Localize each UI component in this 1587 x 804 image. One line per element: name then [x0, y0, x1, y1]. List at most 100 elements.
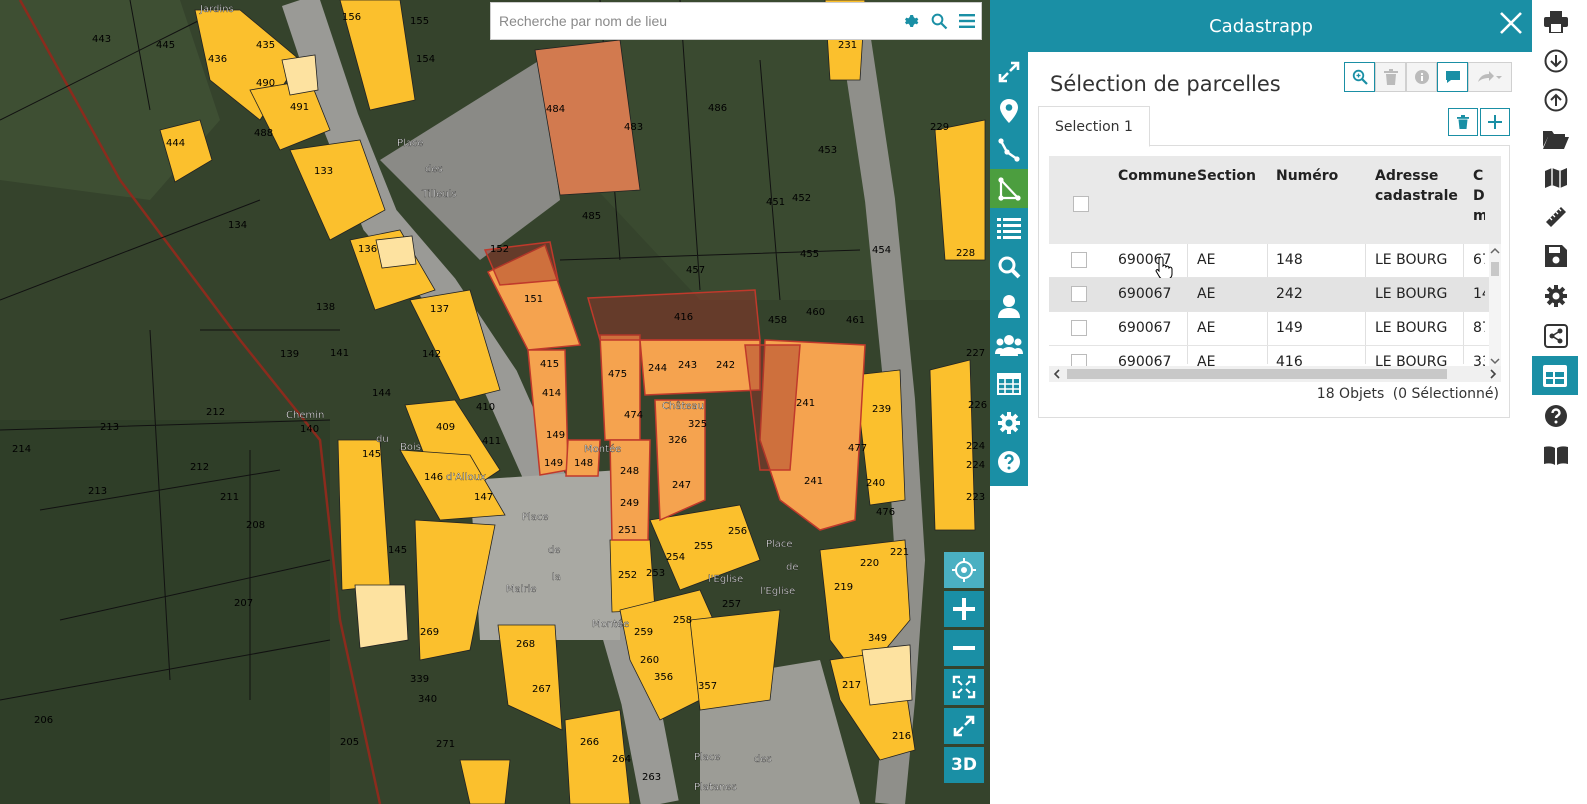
upload-icon	[1544, 88, 1568, 111]
search-owner-button[interactable]	[990, 286, 1028, 325]
row-checkbox[interactable]	[1071, 354, 1087, 366]
table-row[interactable]: 690067 AE 416 LE BOURG 33	[1049, 346, 1489, 366]
row-checkbox[interactable]	[1071, 286, 1087, 302]
map-canvas[interactable]: 443 445 436 435 490 491 488 444 133 134 136 138 …	[0, 0, 990, 804]
search-icon[interactable]	[925, 2, 953, 40]
cadastrapp-toolbar	[990, 52, 1028, 486]
column-extra[interactable]: C D m	[1473, 166, 1485, 226]
cell-commune: 690067	[1118, 286, 1172, 302]
svg-text:du: du	[376, 434, 389, 445]
svg-text:223: 223	[966, 492, 985, 503]
search-coowner-button[interactable]	[990, 325, 1028, 364]
settings-button[interactable]	[1536, 276, 1576, 315]
tutorial-button[interactable]	[1536, 435, 1576, 474]
svg-text:244: 244	[648, 363, 667, 374]
column-adresse[interactable]: Adresse cadastrale	[1375, 166, 1465, 206]
help-button[interactable]	[1536, 396, 1576, 435]
svg-text:140: 140	[300, 424, 319, 435]
open-map-button[interactable]	[1536, 119, 1576, 158]
table-row[interactable]: 690067 AE 148 LE BOURG 67	[1049, 244, 1489, 278]
svg-text:451: 451	[766, 197, 785, 208]
svg-text:149: 149	[544, 458, 563, 469]
tab-selection-1[interactable]: Selection 1	[1038, 106, 1150, 147]
svg-text:141: 141	[330, 348, 349, 359]
svg-text:483: 483	[624, 122, 643, 133]
table-row[interactable]: 690067 AE 149 LE BOURG 87	[1049, 312, 1489, 346]
svg-text:339: 339	[410, 674, 429, 685]
info-button[interactable]	[1406, 62, 1437, 92]
scrollbar-thumb[interactable]	[1067, 369, 1447, 379]
svg-text:145: 145	[388, 545, 407, 556]
cell-commune: 690067	[1118, 320, 1172, 336]
cell-commune: 690067	[1118, 354, 1172, 366]
menu-icon[interactable]	[953, 2, 981, 40]
help-button[interactable]	[990, 442, 1028, 481]
svg-text:149: 149	[546, 430, 565, 441]
export-dropdown-button[interactable]	[1468, 62, 1512, 92]
import-button[interactable]	[1536, 41, 1576, 80]
svg-text:253: 253	[646, 568, 665, 579]
column-numero[interactable]: Numéro	[1276, 166, 1338, 186]
measure-button[interactable]	[1536, 197, 1576, 236]
scrollbar-thumb[interactable]	[1491, 262, 1499, 276]
svg-text:411: 411	[482, 436, 501, 447]
zoom-out-button[interactable]	[944, 630, 984, 666]
svg-text:247: 247	[672, 480, 691, 491]
zoom-in-button[interactable]	[944, 591, 984, 627]
cell-extra: 87	[1473, 320, 1485, 336]
3d-view-button[interactable]: 3D	[944, 747, 984, 783]
svg-text:231: 231	[838, 40, 857, 51]
svg-text:258: 258	[673, 615, 692, 626]
table-row[interactable]: 690067 AE 242 LE BOURG 14	[1049, 278, 1489, 312]
svg-text:259: 259	[634, 627, 653, 638]
settings-button[interactable]	[990, 403, 1028, 442]
locate-me-button[interactable]	[944, 552, 984, 588]
search-input[interactable]	[491, 3, 897, 39]
comment-button[interactable]	[1437, 62, 1468, 92]
plus-icon	[1488, 115, 1502, 129]
print-button[interactable]	[1536, 2, 1576, 41]
vertical-scrollbar[interactable]	[1489, 244, 1501, 368]
expand-panel-button[interactable]	[990, 52, 1028, 91]
fullscreen-button[interactable]	[944, 708, 984, 744]
horizontal-scrollbar[interactable]	[1049, 366, 1501, 382]
export-button[interactable]	[1536, 80, 1576, 119]
svg-text:241: 241	[804, 476, 823, 487]
attribute-table-button[interactable]	[990, 364, 1028, 403]
search-parcel-button[interactable]	[990, 247, 1028, 286]
search-settings-icon[interactable]	[897, 2, 925, 40]
svg-text:241: 241	[796, 398, 815, 409]
add-tab-button[interactable]	[1480, 108, 1510, 136]
svg-text:488: 488	[254, 128, 273, 139]
delete-selection-button[interactable]	[1375, 62, 1406, 92]
cell-adresse: LE BOURG	[1375, 252, 1448, 268]
svg-text:239: 239	[872, 404, 891, 415]
svg-text:Bois: Bois	[400, 442, 421, 453]
close-panel-button[interactable]	[1496, 8, 1526, 38]
column-section[interactable]: Section	[1197, 166, 1256, 186]
share-button[interactable]	[1536, 316, 1576, 355]
svg-text:219: 219	[834, 582, 853, 593]
select-by-polygon-button[interactable]	[990, 169, 1028, 208]
select-by-point-button[interactable]	[990, 91, 1028, 130]
select-by-line-button[interactable]	[990, 130, 1028, 169]
attribute-table-button[interactable]	[1532, 356, 1578, 395]
section-title: Sélection de parcelles	[1050, 72, 1281, 96]
selection-actions	[1344, 62, 1512, 92]
svg-text:136: 136	[358, 244, 377, 255]
svg-text:146: 146	[424, 472, 443, 483]
table-icon	[997, 372, 1021, 395]
svg-text:477: 477	[848, 443, 867, 454]
delete-tab-button[interactable]	[1448, 108, 1478, 136]
zoom-to-selection-button[interactable]	[1344, 62, 1375, 92]
catalog-button[interactable]	[1536, 158, 1576, 197]
row-checkbox[interactable]	[1071, 252, 1087, 268]
svg-text:144: 144	[372, 388, 391, 399]
column-commune[interactable]: Commune	[1118, 166, 1197, 186]
save-button[interactable]	[1536, 236, 1576, 275]
unit-list-button[interactable]	[990, 208, 1028, 247]
select-all-checkbox[interactable]	[1073, 196, 1089, 212]
row-checkbox[interactable]	[1071, 320, 1087, 336]
cell-numero: 416	[1276, 354, 1303, 366]
zoom-to-extent-button[interactable]	[944, 669, 984, 705]
